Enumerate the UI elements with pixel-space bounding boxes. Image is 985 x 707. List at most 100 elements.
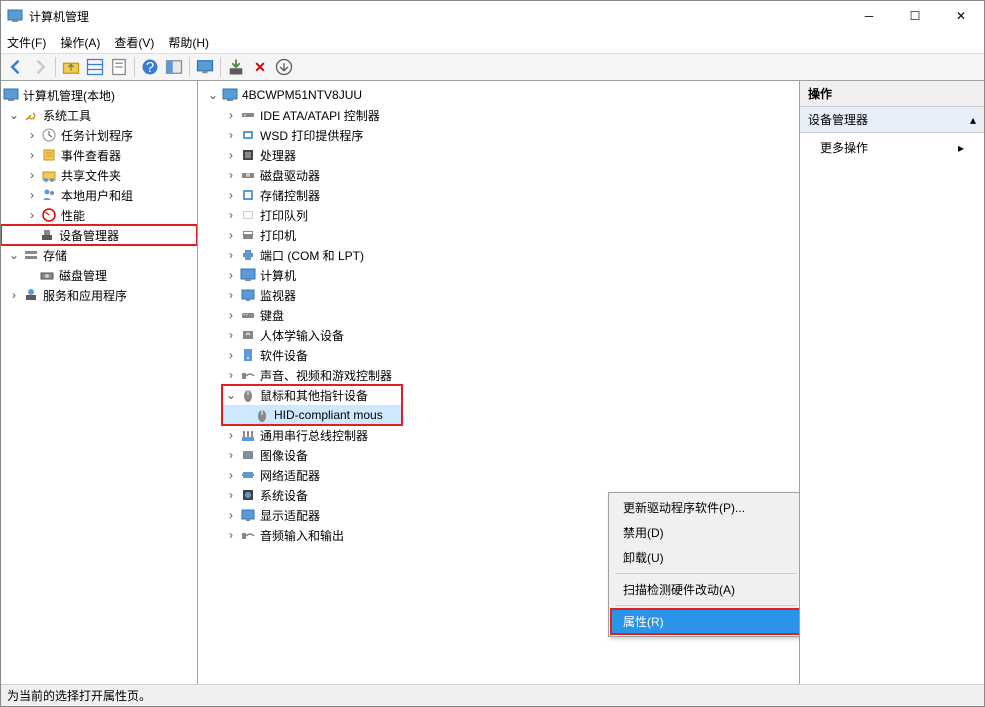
device-category[interactable]: › 通用串行总线控制器 [198,425,799,445]
tree-label: 通用串行总线控制器 [260,427,368,444]
device-category[interactable]: ›键盘 [198,305,799,325]
tree-sys-tools[interactable]: ⌄ 系统工具 [1,105,197,125]
tree-label: 人体学输入设备 [260,327,344,344]
chevron-right-icon[interactable]: › [25,188,39,202]
monitor-icon[interactable] [194,56,216,78]
tree-device-manager[interactable]: 设备管理器 [1,225,197,245]
device-category[interactable]: › 图像设备 [198,445,799,465]
tree-item[interactable]: 磁盘管理 [1,265,197,285]
device-category[interactable]: ›存储控制器 [198,185,799,205]
chevron-right-icon[interactable]: › [224,288,238,302]
properties-icon[interactable] [108,56,130,78]
chevron-right-icon[interactable]: › [224,188,238,202]
device-category[interactable]: ›打印队列 [198,205,799,225]
view-icon[interactable] [163,56,185,78]
list-icon[interactable] [84,56,106,78]
ctx-disable[interactable]: 禁用(D) [611,520,800,545]
chevron-right-icon[interactable]: › [224,348,238,362]
tree-services[interactable]: ›服务和应用程序 [1,285,197,305]
tree-label: 显示适配器 [260,507,320,524]
device-category[interactable]: ›监视器 [198,285,799,305]
chevron-right-icon[interactable]: › [224,268,238,282]
left-tree-pane[interactable]: 计算机管理(本地) ⌄ 系统工具 ›任务计划程序 ›事件查看器 ›共享文件夹 ›… [1,81,198,684]
tools-icon [23,107,39,123]
tree-item[interactable]: ›性能 [1,205,197,225]
device-icon [240,247,256,263]
chevron-right-icon[interactable]: › [224,308,238,322]
tree-item[interactable]: ›本地用户和组 [1,185,197,205]
device-category[interactable]: ›软件设备 [198,345,799,365]
chevron-down-icon[interactable]: ⌄ [206,88,220,102]
device-tree-pane[interactable]: ⌄4BCWPM51NTV8JUU ›IDE ATA/ATAPI 控制器›WSD … [198,81,800,684]
device-category[interactable]: ›声音、视频和游戏控制器 [198,365,799,385]
tree-item[interactable]: ›任务计划程序 [1,125,197,145]
more-icon[interactable] [273,56,295,78]
menu-action[interactable]: 操作(A) [60,34,100,51]
chevron-right-icon[interactable]: › [224,448,238,462]
ctx-scan-hardware[interactable]: 扫描检测硬件改动(A) [611,577,800,602]
menu-file[interactable]: 文件(F) [7,34,46,51]
actions-more[interactable]: 更多操作 ▸ [800,133,984,162]
scan-hardware-icon[interactable] [225,56,247,78]
chevron-right-icon[interactable]: › [25,168,39,182]
chevron-right-icon[interactable]: › [224,508,238,522]
maximize-button[interactable]: ☐ [892,1,938,31]
chevron-right-icon[interactable]: › [224,208,238,222]
device-hid-mouse[interactable]: HID-compliant mous [222,405,402,425]
menu-help[interactable]: 帮助(H) [168,34,209,51]
ctx-uninstall[interactable]: 卸载(U) [611,545,800,570]
folder-up-icon[interactable] [60,56,82,78]
back-button[interactable] [5,56,27,78]
collapse-icon[interactable]: ▴ [970,113,976,127]
tree-storage[interactable]: ⌄存储 [1,245,197,265]
forward-button[interactable] [29,56,51,78]
menu-view[interactable]: 查看(V) [114,34,154,51]
chevron-down-icon[interactable]: ⌄ [7,248,21,262]
chevron-right-icon[interactable]: › [224,488,238,502]
chevron-right-icon[interactable]: › [224,528,238,542]
chevron-right-icon[interactable]: › [224,328,238,342]
chevron-right-icon[interactable]: › [25,148,39,162]
chevron-right-icon[interactable]: › [224,108,238,122]
device-category[interactable]: ›WSD 打印提供程序 [198,125,799,145]
ctx-properties[interactable]: 属性(R) [611,609,800,634]
device-category-mouse[interactable]: ⌄ 鼠标和其他指针设备 [222,385,402,405]
computer-icon [222,87,238,103]
tree-label: 鼠标和其他指针设备 [260,387,368,404]
tree-item[interactable]: ›共享文件夹 [1,165,197,185]
tree-label: 图像设备 [260,447,308,464]
device-category[interactable]: ›IDE ATA/ATAPI 控制器 [198,105,799,125]
chevron-down-icon[interactable]: ⌄ [224,388,238,402]
minimize-button[interactable]: ─ [846,1,892,31]
actions-context[interactable]: 设备管理器 ▴ [800,107,984,133]
titlebar[interactable]: 计算机管理 ─ ☐ ✕ [1,1,984,31]
chevron-right-icon[interactable]: › [224,168,238,182]
device-root[interactable]: ⌄4BCWPM51NTV8JUU [198,85,799,105]
chevron-down-icon[interactable]: ⌄ [7,108,21,122]
device-category[interactable]: ›计算机 [198,265,799,285]
chevron-right-icon[interactable]: › [25,128,39,142]
svg-text:?: ? [146,59,154,76]
chevron-right-icon[interactable]: › [224,228,238,242]
ctx-update-driver[interactable]: 更新驱动程序软件(P)... [611,495,800,520]
help-icon[interactable]: ? [139,56,161,78]
chevron-right-icon[interactable]: › [224,248,238,262]
chevron-right-icon[interactable]: › [224,468,238,482]
tree-item[interactable]: ›事件查看器 [1,145,197,165]
chevron-right-icon[interactable]: › [224,428,238,442]
device-category[interactable]: ›端口 (COM 和 LPT) [198,245,799,265]
device-category[interactable]: › 人体学输入设备 [198,325,799,345]
chevron-right-icon[interactable]: › [224,128,238,142]
device-category[interactable]: ›磁盘驱动器 [198,165,799,185]
close-button[interactable]: ✕ [938,1,984,31]
tree-root[interactable]: 计算机管理(本地) [1,85,197,105]
delete-icon[interactable]: ✕ [249,56,271,78]
chevron-right-icon[interactable]: › [25,208,39,222]
chevron-right-icon[interactable]: › [224,148,238,162]
device-category[interactable]: ›处理器 [198,145,799,165]
toolbar: ? ✕ [1,53,984,81]
chevron-right-icon[interactable]: › [7,288,21,302]
device-category[interactable]: ›网络适配器 [198,465,799,485]
device-category[interactable]: ›打印机 [198,225,799,245]
chevron-right-icon[interactable]: › [224,368,238,382]
